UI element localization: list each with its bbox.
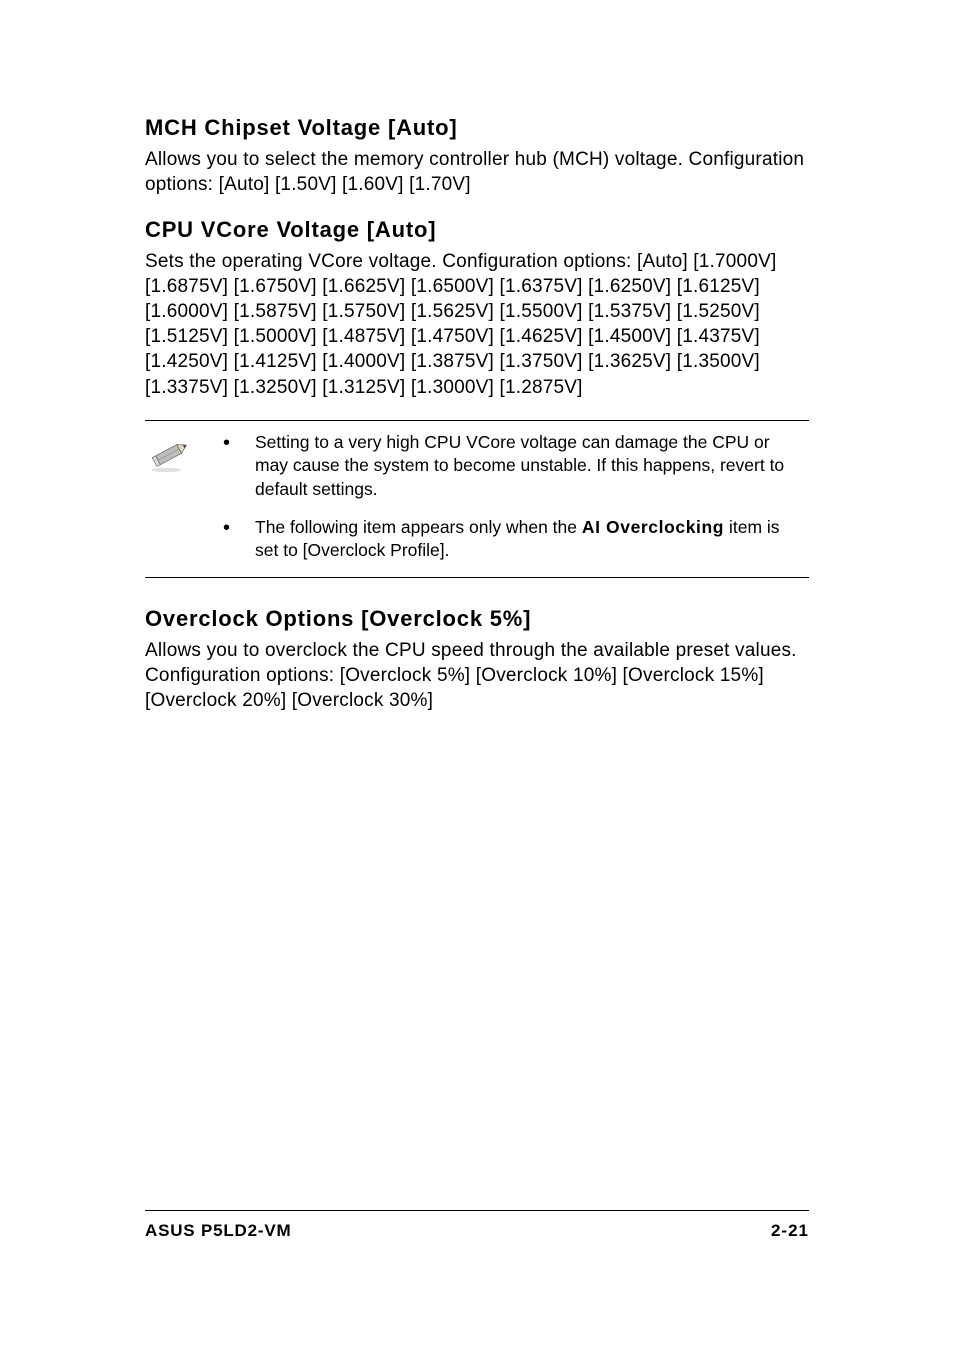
note-box: • Setting to a very high CPU VCore volta… xyxy=(145,420,809,578)
section-mch: MCH Chipset Voltage [Auto] Allows you to… xyxy=(145,115,809,197)
note-text-1: Setting to a very high CPU VCore voltage… xyxy=(255,431,803,502)
note-content: • Setting to a very high CPU VCore volta… xyxy=(223,431,809,565)
body-overclock: Allows you to overclock the CPU speed th… xyxy=(145,638,809,713)
body-vcore: Sets the operating VCore voltage. Config… xyxy=(145,249,809,399)
body-mch: Allows you to select the memory controll… xyxy=(145,147,809,197)
footer-page-number: 2-21 xyxy=(771,1221,809,1241)
bullet-icon: • xyxy=(223,431,255,502)
note-item-2: • The following item appears only when t… xyxy=(223,516,803,563)
note2-bold: AI Overclocking xyxy=(582,517,724,537)
note-icon-column xyxy=(145,431,223,565)
section-overclock: Overclock Options [Overclock 5%] Allows … xyxy=(145,606,809,713)
footer: ASUS P5LD2-VM 2-21 xyxy=(145,1210,809,1241)
heading-overclock: Overclock Options [Overclock 5%] xyxy=(145,606,809,632)
heading-mch: MCH Chipset Voltage [Auto] xyxy=(145,115,809,141)
page: MCH Chipset Voltage [Auto] Allows you to… xyxy=(0,0,954,1351)
heading-vcore: CPU VCore Voltage [Auto] xyxy=(145,217,809,243)
note-item-1: • Setting to a very high CPU VCore volta… xyxy=(223,431,803,502)
note2-pre: The following item appears only when the xyxy=(255,517,582,537)
footer-product: ASUS P5LD2-VM xyxy=(145,1221,291,1241)
bullet-icon: • xyxy=(223,516,255,563)
pencil-icon xyxy=(147,462,193,479)
section-vcore: CPU VCore Voltage [Auto] Sets the operat… xyxy=(145,217,809,399)
note-text-2: The following item appears only when the… xyxy=(255,516,803,563)
